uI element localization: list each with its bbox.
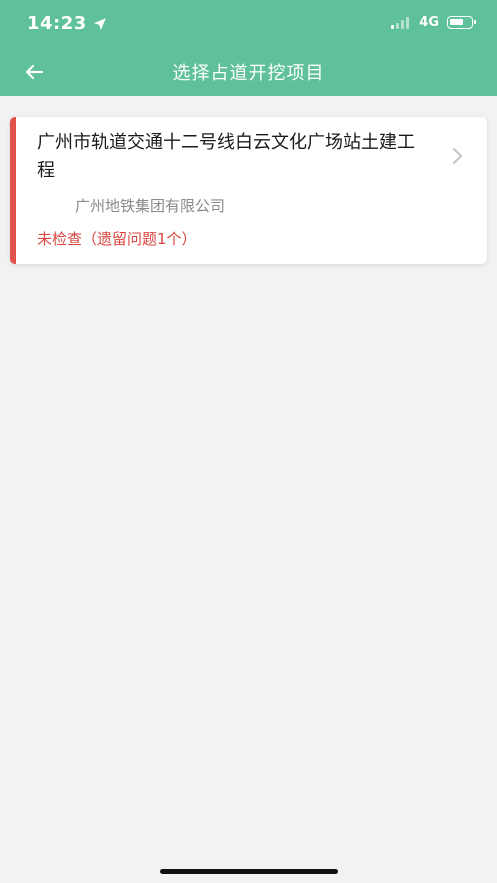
status-indicators: 4G [391, 15, 476, 30]
network-type: 4G [419, 15, 439, 30]
location-arrow-icon [93, 17, 106, 30]
card-status-accent [10, 117, 16, 264]
signal-strength-icon [391, 16, 411, 29]
page-title: 选择占道开挖项目 [172, 63, 325, 84]
app-header: 14:23 4G 选择占道开挖项目 [0, 0, 497, 96]
status-bar: 14:23 4G [0, 0, 497, 48]
status-time-text: 14:23 [27, 13, 87, 34]
project-card[interactable]: 广州市轨道交通十二号线白云文化广场站土建工程 广州地铁集团有限公司 未检查（遗留… [10, 117, 487, 264]
project-name: 广州市轨道交通十二号线白云文化广场站土建工程 [37, 132, 415, 181]
home-indicator[interactable] [160, 869, 338, 874]
project-company: 广州地铁集团有限公司 [75, 197, 226, 215]
battery-icon [447, 16, 476, 29]
inspection-status: 未检查（遗留问题1个） [37, 230, 197, 248]
status-time: 14:23 [27, 13, 107, 34]
navigation-bar: 选择占道开挖项目 [0, 48, 497, 96]
chevron-right-icon [453, 148, 462, 164]
